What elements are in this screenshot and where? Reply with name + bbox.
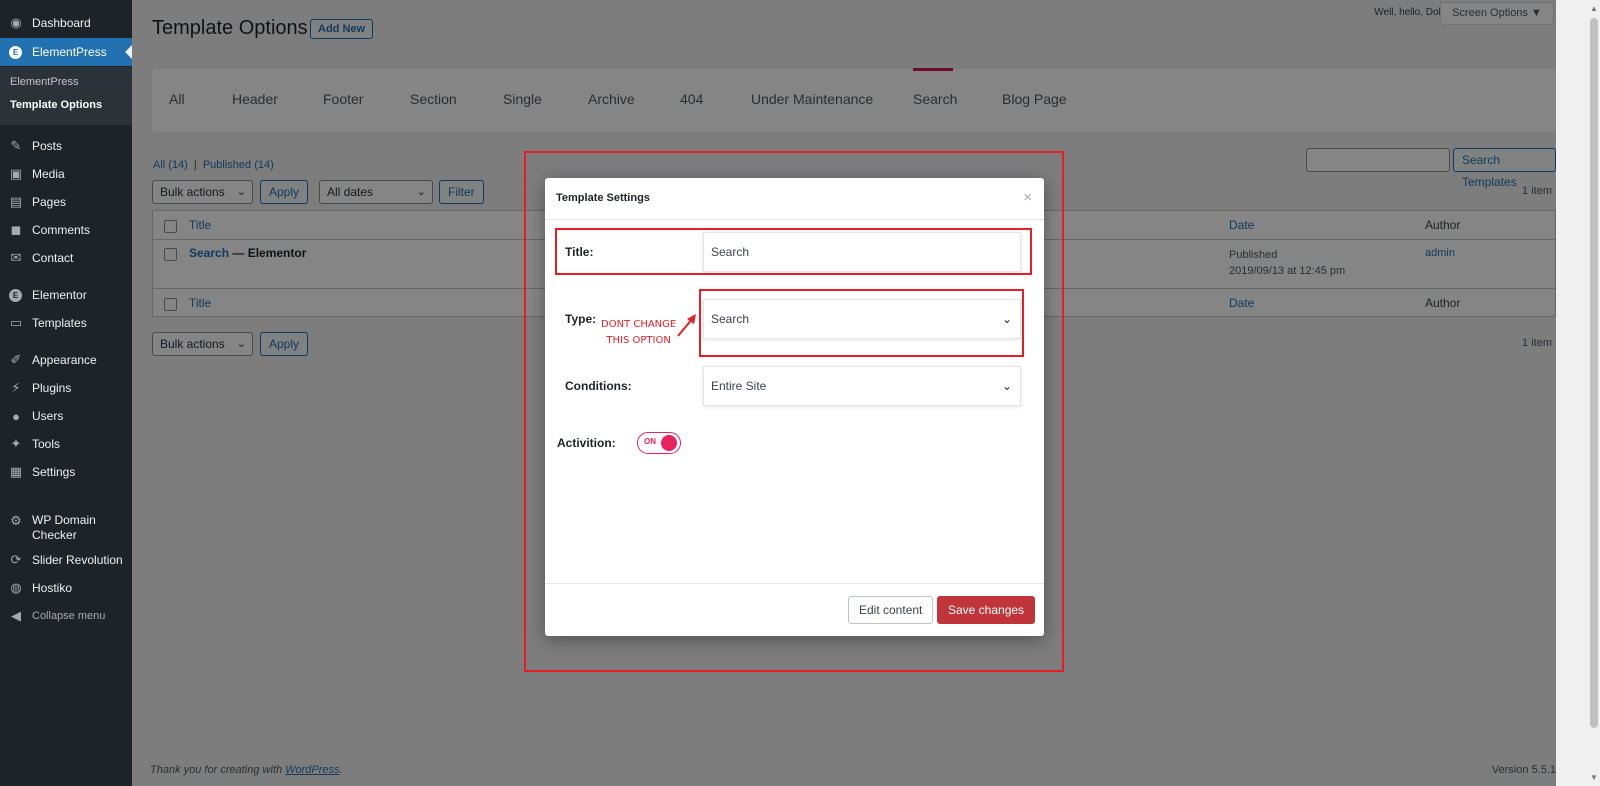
scrollbar-thumb[interactable] (1590, 18, 1598, 728)
activation-label: Activition: (557, 436, 616, 450)
plugin-icon: ⚡ (11, 380, 21, 395)
pushpin-icon: ✎ (10, 138, 22, 153)
template-settings-modal: Template Settings × Title: Search Type: … (545, 178, 1044, 636)
sidebar-item-users[interactable]: ● Users (0, 402, 132, 430)
elementor-icon: E (9, 288, 22, 302)
type-select[interactable]: Search ⌄ (703, 299, 1021, 339)
title-label: Title: (565, 245, 594, 259)
mail-icon: ✉ (10, 250, 22, 265)
conditions-label: Conditions: (565, 379, 632, 393)
user-icon: ● (12, 408, 20, 424)
sidebar-item-plugins[interactable]: ⚡ Plugins (0, 374, 132, 402)
folder-icon: ▭ (9, 315, 23, 330)
comment-icon: ◼ (10, 222, 22, 237)
page-scrollbar[interactable]: ▲ ▼ (1588, 0, 1600, 786)
sidebar-item-media[interactable]: ▣ Media (0, 160, 132, 188)
annotation-note: DONT CHANGE THIS OPTION (601, 317, 676, 349)
sidebar-item-appearance[interactable]: ✐ Appearance (0, 346, 132, 374)
annotation-note-line2: THIS OPTION (606, 335, 671, 346)
conditions-select-value: Entire Site (711, 379, 767, 393)
sidebar-item-pages[interactable]: ▤ Pages (0, 188, 132, 216)
dashboard-icon: ◉ (10, 15, 22, 30)
sidebar-item-wp-domain-checker[interactable]: ⚙ WP Domain Checker (0, 510, 132, 546)
collapse-menu-button[interactable]: ◀ Collapse menu (0, 602, 132, 630)
close-icon[interactable]: × (1023, 189, 1032, 206)
sidebar-item-dashboard[interactable]: ◉ Dashboard (0, 9, 132, 37)
admin-sidebar: ◉ Dashboard E ElementPress ElementPress Te… (0, 0, 132, 786)
activation-toggle[interactable]: ON (637, 432, 681, 454)
title-field[interactable]: Search (703, 232, 1021, 272)
sidebar-item-slider-revolution[interactable]: ⟳ Slider Revolution (0, 546, 132, 574)
chevron-down-icon: ⌄ (1001, 312, 1012, 326)
sidebar-item-templates[interactable]: ▭ Templates (0, 309, 132, 337)
annotation-arrow-icon (677, 314, 696, 337)
collapse-icon: ◀ (11, 608, 21, 623)
submenu-item-template-options[interactable]: Template Options (10, 99, 102, 111)
conditions-select[interactable]: Entire Site ⌄ (703, 366, 1021, 406)
settings-icon: ▦ (9, 464, 23, 479)
toggle-knob (661, 435, 677, 451)
save-changes-button[interactable]: Save changes (937, 596, 1036, 624)
sidebar-item-elementpress[interactable]: E ElementPress (0, 38, 132, 66)
submenu-item-elementpress[interactable]: ElementPress (10, 76, 78, 88)
type-label: Type: (565, 312, 597, 326)
modal-header-divider (545, 219, 1044, 220)
modal-footer-divider (545, 583, 1044, 584)
sidebar-item-comments[interactable]: ◼ Comments (0, 216, 132, 244)
gear-icon: ⚙ (10, 513, 22, 528)
refresh-icon: ⟳ (10, 552, 22, 567)
modal-title: Template Settings (556, 192, 650, 204)
media-icon: ▣ (9, 166, 23, 181)
pages-icon: ▤ (9, 194, 23, 209)
scroll-up-arrow-icon[interactable]: ▲ (1590, 4, 1598, 13)
brush-icon: ✐ (10, 352, 22, 367)
sidebar-submenu: ElementPress Template Options (0, 67, 132, 125)
sidebar-item-posts[interactable]: ✎ Posts (0, 132, 132, 160)
sidebar-item-hostiko[interactable]: ◍ Hostiko (0, 574, 132, 602)
sidebar-item-contact[interactable]: ✉ Contact (0, 244, 132, 272)
annotation-note-line1: DONT CHANGE (601, 319, 677, 330)
wrench-icon: ✦ (10, 436, 22, 451)
palette-icon: ◍ (10, 580, 22, 595)
sidebar-item-tools[interactable]: ✦ Tools (0, 430, 132, 458)
sidebar-item-settings[interactable]: ▦ Settings (0, 458, 132, 486)
sidebar-item-elementor[interactable]: E Elementor (0, 281, 132, 309)
type-select-value: Search (711, 312, 750, 326)
scroll-down-arrow-icon[interactable]: ▼ (1590, 773, 1598, 782)
chevron-down-icon: ⌄ (1001, 379, 1012, 393)
edit-content-button[interactable]: Edit content (848, 596, 934, 624)
toggle-state-text: ON (644, 437, 656, 446)
elementpress-icon: E (9, 45, 22, 59)
